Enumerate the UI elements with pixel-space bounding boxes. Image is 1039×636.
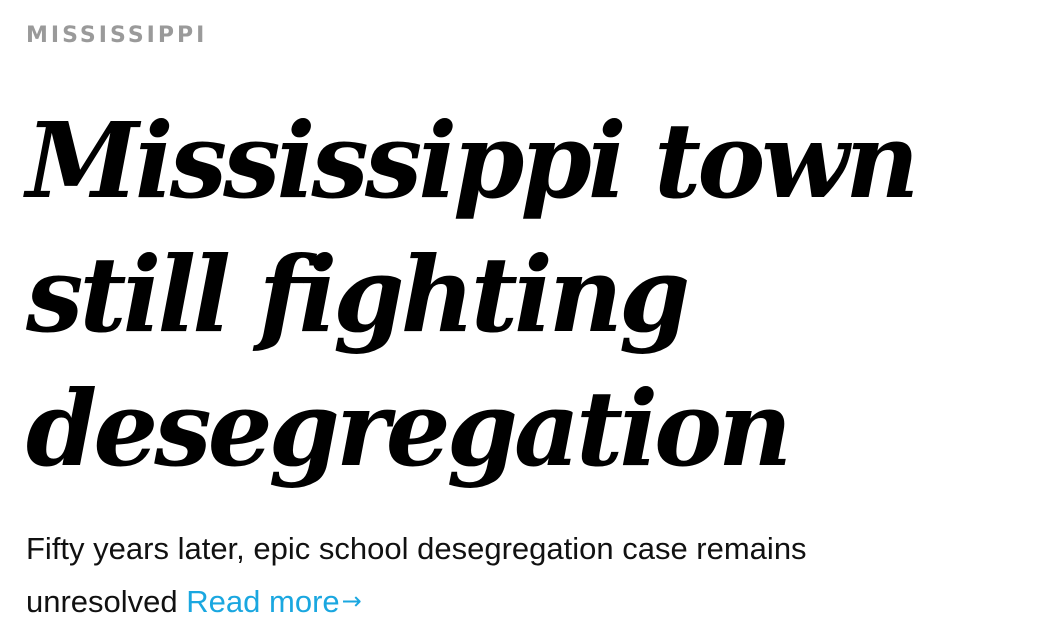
dek: Fifty years later, epic school desegrega… [26,522,926,631]
read-more-link[interactable]: Read more→ [186,584,361,619]
article-teaser: MISSISSIPPI Mississippi town still fight… [26,22,1026,631]
arrow-right-icon[interactable]: → [342,575,362,628]
dek-text: Fifty years later, epic school desegrega… [26,531,807,619]
headline-line-3[interactable]: desegregation [26,362,1026,496]
headline[interactable]: Mississippi town still fighting desegreg… [26,94,1026,496]
headline-line-2[interactable]: still fighting [26,228,1026,362]
headline-line-1[interactable]: Mississippi town [26,94,1026,228]
section-kicker[interactable]: MISSISSIPPI [26,22,1026,50]
read-more-label[interactable]: Read more [186,584,339,619]
